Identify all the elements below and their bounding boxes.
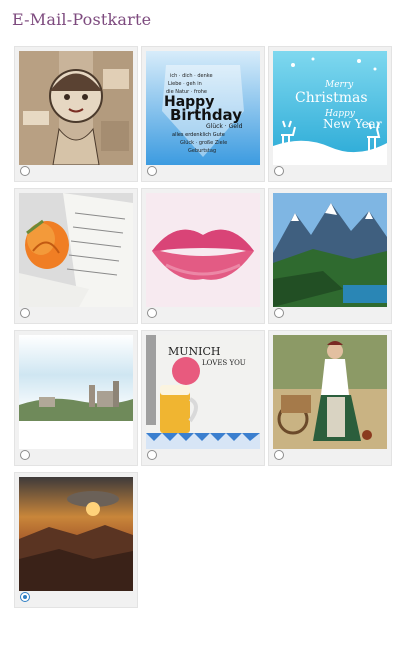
svg-text:Glück · große Ziele: Glück · große Ziele: [180, 140, 227, 146]
postcard-thumbnail-popart[interactable]: [19, 51, 133, 165]
postcard-radio-10[interactable]: [20, 592, 30, 602]
postcard-option-6[interactable]: [268, 188, 392, 324]
christmas-text-merry: Merry: [324, 80, 354, 90]
page-title: E-Mail-Postkarte: [12, 10, 152, 29]
postcard-radio-2[interactable]: [147, 166, 157, 176]
birthday-text-gute: alles erdenklich Gute: [172, 132, 225, 138]
postcard-thumbnail-kiss[interactable]: [146, 193, 260, 307]
christmas-text-newyear: New Year: [323, 117, 382, 131]
postcard-radio-8[interactable]: [147, 450, 157, 460]
postcard-thumbnail-munich[interactable]: MUNICH LOVES YOU: [146, 335, 260, 449]
postcard-option-8[interactable]: MUNICH LOVES YOU: [141, 330, 265, 466]
postcard-thumbnail-dirndl[interactable]: [273, 335, 387, 449]
postcard-radio-6[interactable]: [274, 308, 284, 318]
postcard-option-2[interactable]: ich · dich · denke Liebe · geh in die Na…: [141, 46, 265, 182]
postcard-option-1[interactable]: [14, 46, 138, 182]
svg-text:Liebe · geh in: Liebe · geh in: [168, 81, 202, 87]
postcard-option-9[interactable]: [268, 330, 392, 466]
postcard-radio-4[interactable]: [20, 308, 30, 318]
postcard-radio-7[interactable]: [20, 450, 30, 460]
postcard-thumbnail-sunset[interactable]: [19, 477, 133, 591]
postcard-radio-5[interactable]: [147, 308, 157, 318]
postcard-radio-9[interactable]: [274, 450, 284, 460]
birthday-text-glueck: Glück · Geld: [206, 123, 243, 130]
postcard-thumbnail-christmas[interactable]: Merry Christmas Happy New Year: [273, 51, 387, 165]
postcard-option-4[interactable]: [14, 188, 138, 324]
postcard-option-10[interactable]: [14, 472, 138, 608]
munich-text-munich: MUNICH: [168, 345, 221, 358]
christmas-text-christmas: Christmas: [295, 90, 368, 106]
birthday-text-birthday: Birthday: [170, 106, 242, 124]
postcard-radio-3[interactable]: [274, 166, 284, 176]
svg-text:Geburtstag: Geburtstag: [188, 148, 216, 154]
svg-text:ich · dich · denke: ich · dich · denke: [170, 73, 213, 79]
postcard-thumbnail-rose-letter[interactable]: [19, 193, 133, 307]
postcard-thumbnail-birthday[interactable]: ich · dich · denke Liebe · geh in die Na…: [146, 51, 260, 165]
postcard-thumbnail-city[interactable]: [19, 335, 133, 449]
postcard-option-7[interactable]: [14, 330, 138, 466]
postcard-option-3[interactable]: Merry Christmas Happy New Year: [268, 46, 392, 182]
munich-text-loves: LOVES YOU: [202, 359, 246, 367]
postcard-radio-1[interactable]: [20, 166, 30, 176]
postcard-option-5[interactable]: [141, 188, 265, 324]
postcard-thumbnail-mountains[interactable]: [273, 193, 387, 307]
